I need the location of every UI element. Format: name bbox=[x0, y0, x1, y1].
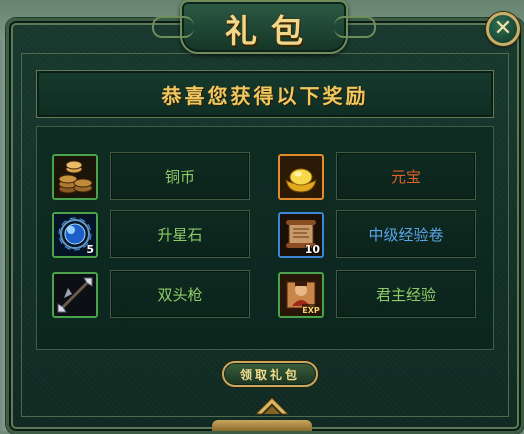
claim-gift-button[interactable]: 领取礼包 bbox=[222, 361, 318, 387]
reward-name-star-stone: 升星石 bbox=[110, 210, 250, 258]
lord-exp-icon: EXP bbox=[280, 274, 322, 316]
close-icon: ✕ bbox=[493, 16, 513, 41]
reward-name-ingot: 元宝 bbox=[336, 152, 476, 200]
reward-slot-star-stone[interactable]: 5 bbox=[52, 212, 98, 258]
title-plaque: 礼包 bbox=[152, 0, 376, 54]
bottom-tab bbox=[212, 420, 312, 431]
copper-coins-icon bbox=[54, 156, 96, 198]
double-spear-icon bbox=[54, 274, 96, 316]
reward-slot-exp-scroll[interactable]: 10 bbox=[278, 212, 324, 258]
star-stone-count: 5 bbox=[86, 243, 94, 256]
reward-slot-ingot[interactable] bbox=[278, 154, 324, 200]
reward-name-spear: 双头枪 bbox=[110, 270, 250, 318]
congrats-text: 恭喜您获得以下奖励 bbox=[161, 83, 369, 108]
dialog-title: 礼包 bbox=[224, 12, 317, 50]
reward-slot-copper[interactable] bbox=[52, 154, 98, 200]
reward-name-exp-scroll: 中级经验卷 bbox=[336, 210, 476, 258]
svg-text:EXP: EXP bbox=[302, 306, 320, 315]
reward-name-lord-exp: 君主经验 bbox=[336, 270, 476, 318]
exp-scroll-count: 10 bbox=[304, 243, 320, 256]
chevron-up-icon bbox=[254, 397, 290, 415]
reward-slot-lord-exp[interactable]: EXP bbox=[278, 272, 324, 318]
gold-ingot-icon bbox=[280, 156, 322, 198]
reward-slot-spear[interactable] bbox=[52, 272, 98, 318]
reward-name-copper: 铜币 bbox=[110, 152, 250, 200]
congrats-banner: 恭喜您获得以下奖励 bbox=[36, 70, 494, 118]
close-button[interactable]: ✕ bbox=[486, 12, 520, 46]
